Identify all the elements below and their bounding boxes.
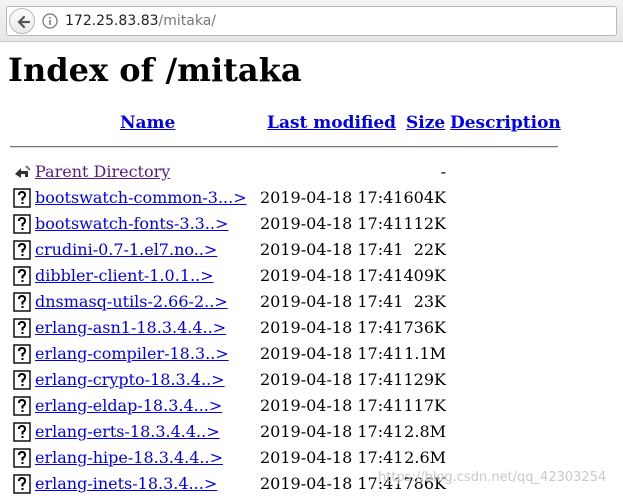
unknown-file-icon [13,240,31,260]
file-size: 23K [413,292,446,311]
header-description[interactable]: Description [450,112,561,134]
file-size: 22K [413,240,446,259]
url-host: 172.25.83.83 [65,13,159,29]
unknown-file-icon [13,370,31,390]
file-size: 409K [403,266,447,285]
table-row: erlang-asn1-18.3.4.4..> 2019-04-18 17:41 7… [10,315,610,341]
file-link[interactable]: dnsmasq-utils-2.66-2..> [35,289,228,315]
file-date: 2019-04-18 17:41 [260,370,404,389]
table-row: bootswatch-common-3...> 2019-04-18 17:41 6… [10,185,610,211]
file-size: 117K [403,396,447,415]
address-bar[interactable]: 172.25.83.83/mitaka/ [6,6,617,36]
file-size: 2.8M [404,422,446,441]
parent-directory-icon [15,165,31,178]
file-date: 2019-04-18 17:41 [260,188,404,207]
file-date: 2019-04-18 17:41 [260,318,404,337]
file-link[interactable]: erlang-erts-18.3.4.4..> [35,419,220,445]
file-date: 2019-04-18 17:41 [260,448,404,467]
parent-directory-link[interactable]: Parent Directory [35,159,170,185]
page-title: Index of /mitaka [8,51,302,89]
table-row: erlang-eldap-18.3.4...> 2019-04-18 17:41 1… [10,393,610,419]
file-date: 2019-04-18 17:41 [260,292,404,311]
table-row: erlang-erts-18.3.4.4..> 2019-04-18 17:41 2… [10,419,610,445]
file-size: 1.1M [404,344,446,363]
table-row: dibbler-client-1.0.1..> 2019-04-18 17:41 4… [10,263,610,289]
file-size: 2.6M [404,448,446,467]
header-name[interactable]: Name [120,112,175,134]
table-row: erlang-crypto-18.3.4..> 2019-04-18 17:41 1… [10,367,610,393]
header-divider [10,146,558,148]
file-link[interactable]: erlang-inets-18.3.4...> [35,471,217,497]
url-path: /mitaka/ [158,13,216,29]
file-link[interactable]: erlang-eldap-18.3.4...> [35,393,222,419]
file-size: 129K [403,370,447,389]
file-date: 2019-04-18 17:41 [260,214,404,233]
file-link[interactable]: erlang-crypto-18.3.4..> [35,367,225,393]
file-size: 112K [403,214,447,233]
file-link[interactable]: erlang-compiler-18.3..> [35,341,229,367]
unknown-file-icon [13,396,31,416]
watermark: https://blog.csdn.net/qq_42303254 [378,470,607,485]
table-row: crudini-0.7-1.el7.no..> 2019-04-18 17:41 2… [10,237,610,263]
file-link[interactable]: bootswatch-fonts-3.3..> [35,211,228,237]
unknown-file-icon [13,188,31,208]
file-date: 2019-04-18 17:41 [260,266,404,285]
file-date: 2019-04-18 17:41 [260,396,404,415]
file-link[interactable]: crudini-0.7-1.el7.no..> [35,237,217,263]
file-size: 736K [403,318,447,337]
unknown-file-icon [13,318,31,338]
file-link[interactable]: dibbler-client-1.0.1..> [35,263,214,289]
table-row: erlang-hipe-18.3.4.4..> 2019-04-18 17:41 2… [10,445,610,471]
file-size: 604K [403,188,447,207]
unknown-file-icon [13,448,31,468]
info-icon[interactable] [42,13,58,29]
file-date: 2019-04-18 17:41 [260,344,404,363]
unknown-file-icon [13,214,31,234]
back-button[interactable] [9,8,35,34]
browser-toolbar: 172.25.83.83/mitaka/ [0,0,623,42]
unknown-file-icon [13,422,31,442]
parent-directory-row: Parent Directory - [10,159,610,185]
file-link[interactable]: erlang-hipe-18.3.4.4..> [35,445,223,471]
url-text[interactable]: 172.25.83.83/mitaka/ [65,13,216,29]
file-date: 2019-04-18 17:41 [260,240,404,259]
back-arrow-icon [17,15,31,29]
table-row: dnsmasq-utils-2.66-2..> 2019-04-18 17:41 2… [10,289,610,315]
unknown-file-icon [13,474,31,494]
parent-size: - [440,162,446,181]
unknown-file-icon [13,344,31,364]
header-size[interactable]: Size [406,112,445,134]
table-row: bootswatch-fonts-3.3..> 2019-04-18 17:41 1… [10,211,610,237]
unknown-file-icon [13,266,31,286]
table-row: erlang-compiler-18.3..> 2019-04-18 17:41 1… [10,341,610,367]
header-last-modified[interactable]: Last modified [267,112,396,134]
unknown-file-icon [13,292,31,312]
file-link[interactable]: erlang-asn1-18.3.4.4..> [35,315,226,341]
file-link[interactable]: bootswatch-common-3...> [35,185,247,211]
file-date: 2019-04-18 17:41 [260,422,404,441]
